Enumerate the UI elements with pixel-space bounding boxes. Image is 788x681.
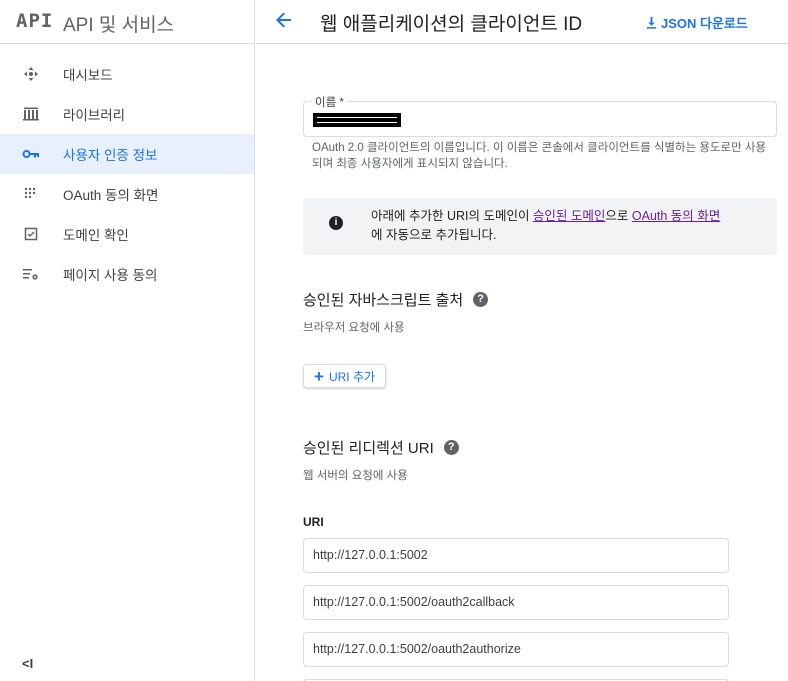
notice-text-part: 에 자동으로 추가됩니다. — [371, 228, 497, 242]
library-icon — [22, 106, 40, 122]
plus-icon: + — [314, 366, 324, 386]
sidebar-item-dashboard[interactable]: 대시보드 — [0, 54, 254, 94]
name-field-label: 이름 * — [312, 94, 347, 110]
name-field[interactable]: 이름 * — [303, 94, 777, 137]
dashboard-icon — [22, 66, 40, 82]
sidebar-nav: 대시보드 라이브러리 사용자 인증 정보 OAuth 동의 화면 도메인 확인 … — [0, 54, 254, 294]
redirect-uris-title-text: 승인된 리디렉션 URI — [303, 440, 434, 457]
redirect-uris-subtitle: 웹 서버의 요청에 사용 — [303, 470, 408, 482]
sidebar-item-label: 사용자 인증 정보 — [63, 148, 158, 163]
domain-check-icon — [22, 226, 40, 242]
sidebar-item-label: 대시보드 — [63, 68, 113, 83]
download-icon — [646, 16, 657, 29]
redirect-uri-input[interactable]: http://127.0.0.1:5002/oauth2callback — [303, 585, 729, 620]
add-uri-label: URI 추가 — [328, 369, 376, 384]
sidebar-item-oauth-consent[interactable]: OAuth 동의 화면 — [0, 174, 254, 214]
sidebar-item-label: 도메인 확인 — [63, 228, 129, 243]
help-icon[interactable]: ? — [473, 292, 489, 307]
js-origins-title: 승인된 자바스크립트 출처 ? — [303, 289, 489, 310]
authorized-domains-link[interactable]: 승인된 도메인 — [533, 209, 605, 223]
uri-label: URI — [303, 515, 324, 529]
name-field-redacted-value — [313, 113, 401, 127]
settings-list-icon — [22, 266, 40, 282]
collapse-sidebar-button[interactable]: <I — [22, 656, 33, 671]
main-content: 이름 * OAuth 2.0 클라이언트의 이름입니다. 이 이름은 콘솔에서 … — [256, 45, 788, 681]
sidebar-item-library[interactable]: 라이브러리 — [0, 94, 254, 134]
sidebar-item-label: OAuth 동의 화면 — [63, 188, 159, 203]
sidebar: API API 및 서비스 대시보드 라이브러리 사용자 인증 정보 OAuth… — [0, 0, 255, 681]
redirect-uris-title: 승인된 리디렉션 URI ? — [303, 437, 459, 458]
domain-notice: i 아래에 추가한 URI의 도메인이 승인된 도메인으로 OAuth 동의 화… — [303, 198, 777, 255]
add-uri-button[interactable]: + URI 추가 — [303, 364, 387, 388]
json-download-label: JSON 다운로드 — [661, 16, 748, 31]
brand-bar: API API 및 서비스 — [0, 0, 255, 44]
page-header: 웹 애플리케이션의 클라이언트 ID JSON 다운로드 — [256, 0, 788, 44]
consent-icon — [22, 186, 40, 202]
sidebar-item-label: 라이브러리 — [63, 108, 126, 123]
js-origins-title-text: 승인된 자바스크립트 출처 — [303, 292, 464, 309]
sidebar-item-label: 페이지 사용 동의 — [63, 268, 158, 283]
redirect-uri-input[interactable]: http://127.0.0.1:5002/oauth2authorize — [303, 632, 729, 667]
brand-title[interactable]: API 및 서비스 — [63, 10, 174, 37]
info-icon: i — [329, 216, 343, 230]
notice-text: 아래에 추가한 URI의 도메인이 승인된 도메인으로 OAuth 동의 화면에… — [371, 207, 761, 245]
js-origins-subtitle: 브라우저 요청에 사용 — [303, 322, 405, 334]
json-download-button[interactable]: JSON 다운로드 — [645, 13, 748, 32]
sidebar-item-domain-verification[interactable]: 도메인 확인 — [0, 214, 254, 254]
notice-text-part: 아래에 추가한 URI의 도메인이 — [371, 209, 533, 223]
key-icon — [22, 146, 40, 162]
name-helper-text: OAuth 2.0 클라이언트의 이름입니다. 이 이름은 콘솔에서 클라이언트… — [312, 142, 767, 170]
oauth-consent-screen-link[interactable]: OAuth 동의 화면 — [632, 209, 720, 223]
back-arrow-icon[interactable] — [274, 10, 294, 30]
sidebar-item-page-usage-agreement[interactable]: 페이지 사용 동의 — [0, 254, 254, 294]
page-title: 웹 애플리케이션의 클라이언트 ID — [320, 14, 583, 35]
api-logo[interactable]: API — [16, 10, 53, 32]
redirect-uri-input[interactable]: http://127.0.0.1:5002 — [303, 538, 729, 573]
app-window: API API 및 서비스 대시보드 라이브러리 사용자 인증 정보 OAuth… — [0, 0, 788, 681]
help-icon[interactable]: ? — [443, 440, 459, 455]
notice-text-part: 으로 — [605, 209, 632, 223]
sidebar-item-credentials[interactable]: 사용자 인증 정보 — [0, 134, 254, 174]
